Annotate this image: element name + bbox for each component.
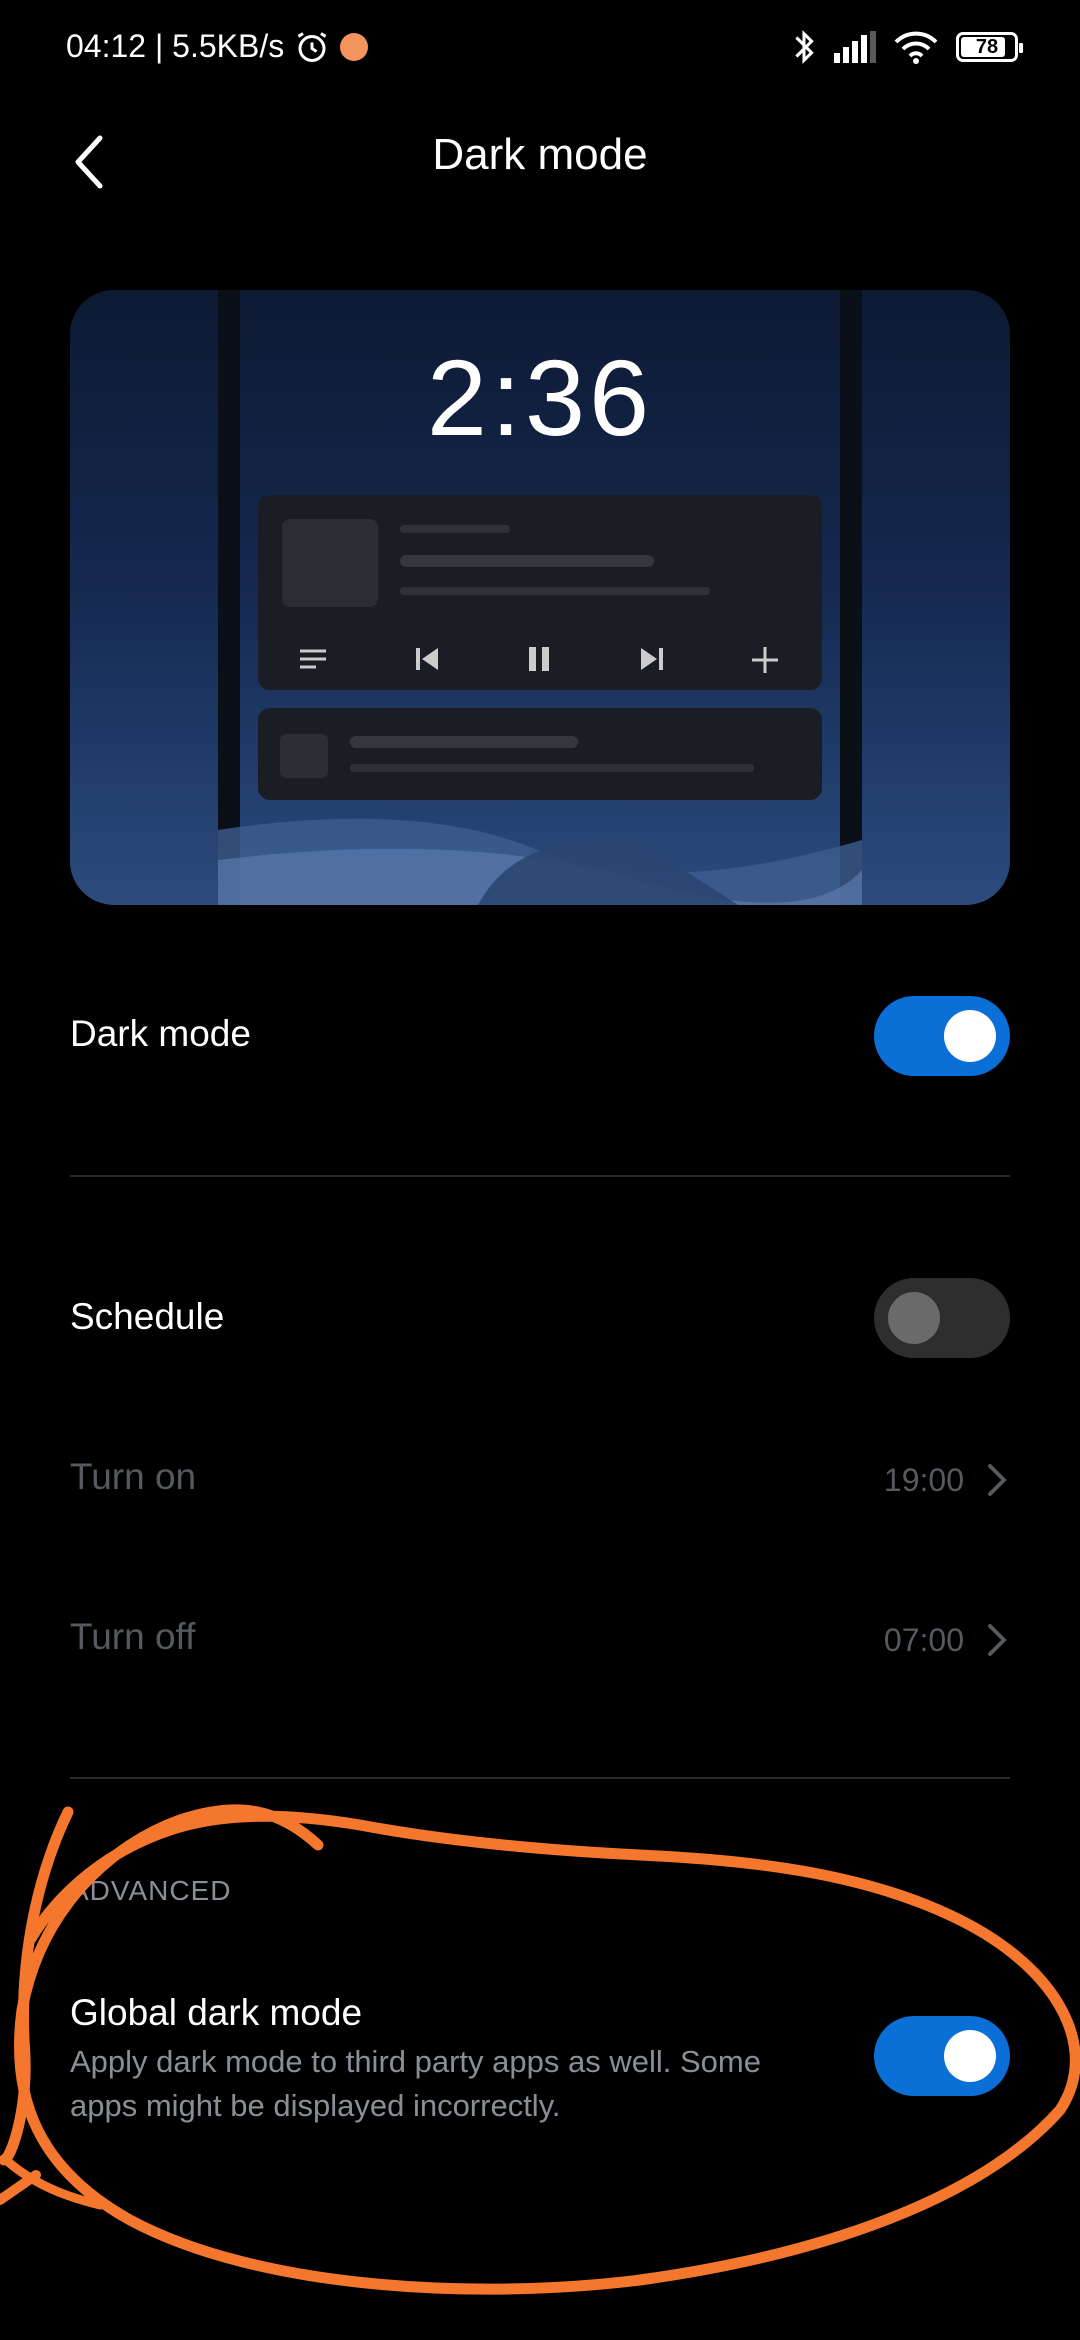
preview-notification-icon [280, 734, 328, 778]
preview-text-line [400, 525, 510, 533]
turn-off-time[interactable]: 07:00 [884, 1622, 964, 1659]
preview-clock: 2:36 [426, 337, 654, 458]
preview-text-line [350, 736, 578, 748]
divider [70, 1777, 1010, 1779]
signal-icon [834, 31, 876, 63]
battery-icon: 78 [956, 32, 1023, 62]
preview-text-line [400, 587, 710, 595]
preview-notification-card [258, 708, 822, 800]
chevron-right-icon [988, 1624, 1007, 1656]
chevron-right-icon [988, 1464, 1007, 1496]
dark-mode-preview: 2:36 [70, 290, 1010, 905]
pause-icon [529, 647, 549, 671]
playlist-icon [300, 649, 326, 669]
status-bar-right: 78 [792, 28, 1023, 66]
alarm-icon [297, 31, 327, 62]
previous-track-icon [416, 648, 438, 670]
status-time-speed: 04:12 | 5.5KB/s [66, 28, 285, 64]
schedule-label: Schedule [70, 1296, 225, 1337]
preview-media-card [258, 495, 822, 690]
turn-on-label[interactable]: Turn on [70, 1456, 196, 1498]
page-title: Dark mode [432, 130, 648, 179]
status-bar-left: 04:12 | 5.5KB/s [66, 28, 369, 65]
turn-off-label[interactable]: Turn off [70, 1616, 195, 1658]
toggle-knob [944, 1010, 996, 1062]
add-icon [752, 647, 778, 673]
schedule-toggle[interactable] [874, 1278, 1010, 1358]
preview-text-line [400, 555, 654, 567]
recording-indicator-icon [340, 32, 369, 61]
dark-mode-toggle[interactable] [874, 996, 1010, 1076]
toggle-knob [888, 1292, 940, 1344]
annotation-circle-scribble [0, 1804, 1080, 2295]
dark-mode-label: Dark mode [70, 1013, 251, 1054]
turn-on-time[interactable]: 19:00 [884, 1462, 964, 1499]
battery-level: 78 [975, 35, 999, 58]
preview-text-line [350, 764, 754, 772]
wifi-icon [894, 31, 938, 64]
divider [70, 1175, 1010, 1177]
preview-landscape-illustration [218, 818, 862, 905]
bluetooth-icon [795, 30, 814, 64]
next-track-icon [641, 648, 663, 670]
preview-album-art [282, 519, 378, 607]
